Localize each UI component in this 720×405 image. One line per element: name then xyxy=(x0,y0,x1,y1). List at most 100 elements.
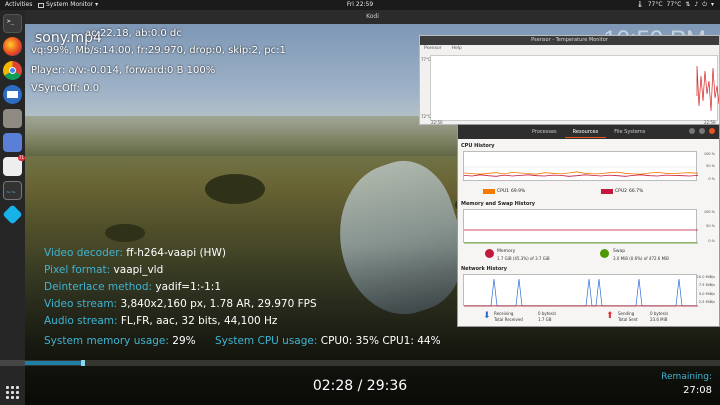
memory-value: 1.7 GiB (45.3%) of 3.7 GiB xyxy=(497,256,550,261)
info-video-decoder: Video decoder: ff-h264-vaapi (HW) xyxy=(44,247,226,259)
clock[interactable]: Fri 22:59 xyxy=(347,0,373,10)
info-video-stream: Video stream: 3,840x2,160 px, 1.78 AR, 2… xyxy=(44,298,317,310)
tab-file-systems[interactable]: File Systems xyxy=(606,127,653,138)
receiving-line xyxy=(464,278,698,307)
info-value: 29% xyxy=(172,335,196,347)
system-monitor-icon[interactable]: ~~ xyxy=(3,181,22,200)
status-area[interactable]: 🌡 77°C 77°C ⇅ ♪ ⏻ ▾ xyxy=(636,0,714,10)
tab-processes[interactable]: Processes xyxy=(524,127,565,138)
total-sent-label: Total Sent xyxy=(618,317,638,322)
remaining-label: Remaining: xyxy=(661,372,712,382)
power-icon: ⏻ xyxy=(702,1,707,8)
network-history-svg xyxy=(464,278,698,307)
thermometer-icon: 🌡 xyxy=(636,1,644,8)
sending-rate: 0 bytes/s xyxy=(650,311,669,316)
screenshot-icon[interactable] xyxy=(3,133,22,152)
cpu1-swatch[interactable] xyxy=(483,189,495,194)
cpu-axis-label: 100 % xyxy=(703,152,715,156)
info-label: Pixel format: xyxy=(44,264,111,276)
volume-icon: ♪ xyxy=(694,1,699,8)
kodi-title-bar[interactable]: Kodi xyxy=(25,10,720,24)
cpu1-value: 69.9% xyxy=(511,189,526,194)
memory-pie-icon[interactable] xyxy=(485,249,494,258)
dock: >_ 71 ~~ xyxy=(0,10,25,405)
temperature-readout: 77°C xyxy=(647,1,663,8)
playback-time: 02:28 / 29:36 xyxy=(312,378,408,394)
thunderbird-icon[interactable] xyxy=(3,85,22,104)
network-history-graph xyxy=(463,274,698,307)
monitor-pulse-icon: ~~ xyxy=(6,189,17,196)
cpu2-value: 66.7% xyxy=(629,189,644,194)
debug-line: Player: a/v:-0.014, forward:0 B 100% xyxy=(31,65,216,76)
total-received-value: 1.7 GB xyxy=(538,317,552,322)
info-value: CPU0: 35% CPU1: 44% xyxy=(320,335,441,347)
total-sent-value: 23.6 MiB xyxy=(650,317,668,322)
maximize-icon[interactable] xyxy=(699,128,705,134)
swap-pie-icon[interactable] xyxy=(600,249,609,258)
app-menu[interactable]: System Monitor ▾ xyxy=(38,0,98,10)
system-monitor-icon xyxy=(38,2,44,8)
minimize-icon[interactable] xyxy=(689,128,695,134)
cpu-axis-label: 50 % xyxy=(706,164,715,168)
chrome-center-icon xyxy=(9,67,16,74)
files-icon[interactable] xyxy=(3,109,22,128)
network-axis-label: 10.0 MiB/s xyxy=(696,275,715,279)
network-axis-label: 5.0 MiB/s xyxy=(698,292,715,296)
menu-psensor[interactable]: Psensor xyxy=(424,45,442,53)
tab-bar: Processes Resources File Systems xyxy=(524,127,653,138)
terminal-icon[interactable]: >_ xyxy=(3,14,22,33)
info-label: Video decoder: xyxy=(44,247,123,259)
cpu1-name: CPU1 xyxy=(497,189,510,194)
psensor-y-bottom: 72°C xyxy=(421,114,431,119)
temperature-plot-svg xyxy=(696,65,720,112)
total-received-label: Total Received xyxy=(494,317,523,322)
info-label: System memory usage: xyxy=(44,335,169,347)
system-monitor-window[interactable]: Processes Resources File Systems CPU His… xyxy=(457,124,720,327)
software-updater-icon[interactable]: 71 xyxy=(3,155,25,176)
chrome-icon[interactable] xyxy=(3,61,22,80)
psensor-title-bar[interactable]: Psensor - Temperature Monitor xyxy=(420,36,719,45)
info-label: System CPU usage: xyxy=(215,335,318,347)
memory-history-svg xyxy=(464,229,698,244)
debug-line: VSyncOff: 0.0 xyxy=(31,83,100,94)
info-value: yadif=1:-1:1 xyxy=(155,281,222,293)
info-value: FL,FR, aac, 32 bits, 44,100 Hz xyxy=(120,315,278,327)
info-value: 3,840x2,160 px, 1.78 AR, 29.970 FPS xyxy=(120,298,317,310)
info-audio-stream: Audio stream: FL,FR, aac, 32 bits, 44,10… xyxy=(44,315,277,327)
memory-axis-label: 0 % xyxy=(708,239,715,243)
memory-axis-label: 100 % xyxy=(703,210,715,214)
seek-bar-fill xyxy=(25,361,83,365)
menu-help[interactable]: Help xyxy=(452,45,462,53)
cpu2-swatch[interactable] xyxy=(601,189,613,194)
activities-button[interactable]: Activities xyxy=(5,0,32,10)
temperature-plot xyxy=(430,55,720,121)
memory-axis-label: 50 % xyxy=(706,224,715,228)
seek-bar[interactable] xyxy=(0,360,720,366)
info-value: ff-h264-vaapi (HW) xyxy=(126,247,226,259)
window-controls xyxy=(689,128,715,134)
app-menu-label: System Monitor xyxy=(46,1,94,8)
info-label: Audio stream: xyxy=(44,315,118,327)
psensor-window[interactable]: Psensor - Temperature Monitor Psensor He… xyxy=(419,35,720,125)
close-icon[interactable] xyxy=(709,128,715,134)
cpu2-legend: CPU2 66.7% xyxy=(601,189,643,194)
kodi-icon[interactable] xyxy=(2,204,23,225)
cpu-temp-readout: 77°C xyxy=(666,1,682,8)
video-tree xyxy=(205,174,265,204)
psensor-y-top: 77°C xyxy=(421,57,431,62)
mail-icon xyxy=(7,91,18,98)
psensor-menu-bar: Psensor Help xyxy=(420,45,719,53)
chevron-down-icon: ▾ xyxy=(710,1,714,8)
tab-resources[interactable]: Resources xyxy=(564,127,607,138)
system-monitor-header[interactable]: Processes Resources File Systems xyxy=(458,125,719,139)
memory-history-title: Memory and Swap History xyxy=(461,201,536,207)
firefox-icon[interactable] xyxy=(3,37,22,56)
video-tree xyxy=(105,224,145,242)
top-bar: Activities System Monitor ▾ Fri 22:59 🌡 … xyxy=(0,0,720,10)
seek-bar-handle[interactable] xyxy=(80,360,85,366)
chevron-down-icon: ▾ xyxy=(95,1,99,8)
cpu1-legend: CPU1 69.9% xyxy=(483,189,525,194)
temperature-line xyxy=(696,65,720,112)
debug-line: vq:99%, Mb/s:14.00, fr:29.970, drop:0, s… xyxy=(31,45,286,56)
remaining-time: 27:08 xyxy=(683,385,712,396)
